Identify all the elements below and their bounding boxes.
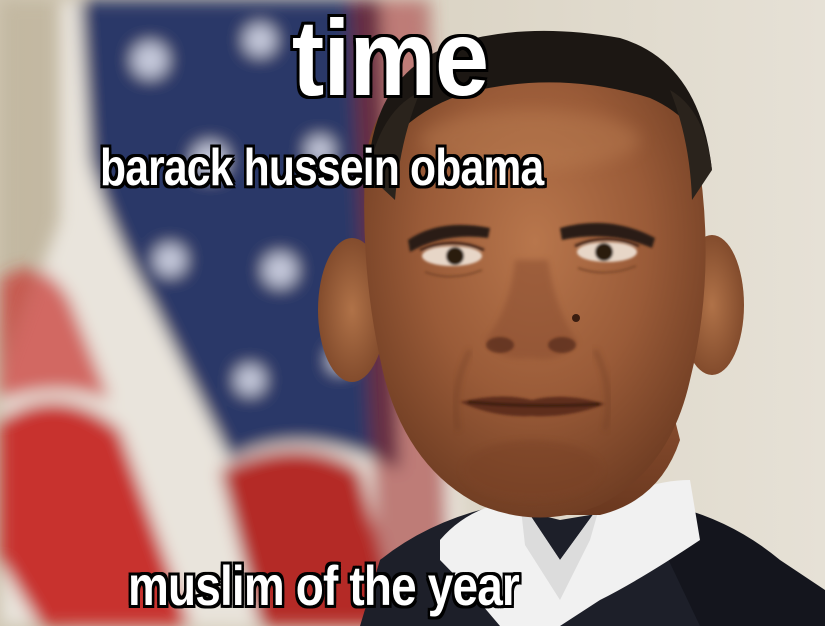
meme-subtitle-text: barack hussein obama xyxy=(100,139,544,197)
meme-image: time barack hussein obama muslim of the … xyxy=(0,0,825,626)
meme-bottom-text: muslim of the year xyxy=(128,554,520,617)
meme-top-text: time xyxy=(291,0,489,118)
